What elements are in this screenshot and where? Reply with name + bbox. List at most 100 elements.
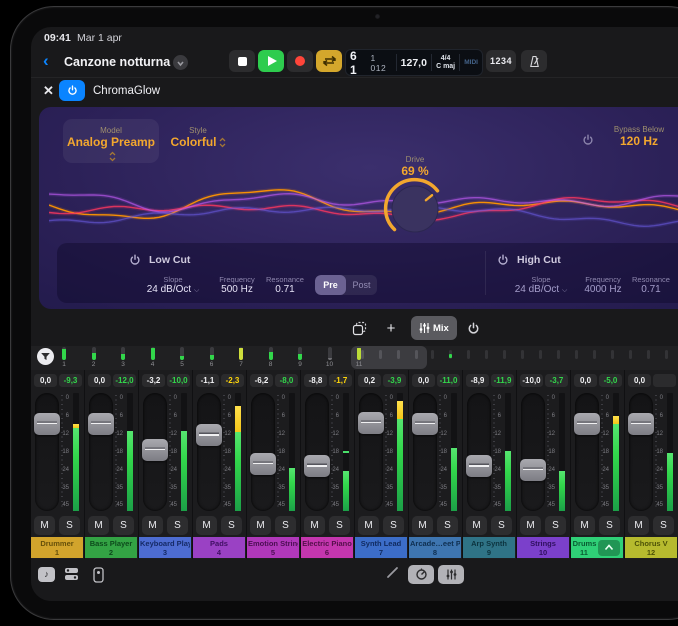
project-menu-button[interactable] [173,55,188,70]
volume-readout[interactable]: 0,2 [358,374,381,387]
solo-button[interactable]: S [275,516,296,535]
model-value[interactable]: Analog Preamp [63,135,159,163]
loop-browser-button[interactable]: ♪ [38,567,55,582]
volume-readout[interactable]: 0,0 [412,374,435,387]
back-chevron-icon[interactable]: ‹ [43,51,49,71]
project-title[interactable]: Canzone notturna [64,55,170,69]
mute-button[interactable]: M [304,516,325,535]
solo-button[interactable]: S [113,516,134,535]
solo-button[interactable]: S [221,516,242,535]
fader-handle[interactable] [628,413,654,435]
mixer-power-button[interactable] [459,316,487,340]
peak-readout[interactable]: -1,7 [329,374,352,387]
lowcut-pre-post-toggle[interactable]: Pre Post [315,275,377,295]
volume-readout[interactable]: 0,0 [574,374,597,387]
peak-readout[interactable]: -11,9 [491,374,514,387]
controls-view-button[interactable] [408,565,434,584]
pre-option[interactable]: Pre [315,275,346,295]
plugin-tiles-button[interactable] [64,567,79,586]
peak-readout[interactable]: -12,0 [113,374,136,387]
mix-toggle-button[interactable]: Mix [411,316,457,340]
mute-button[interactable]: M [466,516,487,535]
channel-strip-button[interactable] [93,567,104,588]
peak-readout[interactable]: -11,0 [437,374,460,387]
solo-button[interactable]: S [653,516,674,535]
fader-handle[interactable] [250,453,276,475]
fader-handle[interactable] [574,413,600,435]
volume-readout[interactable]: 0,0 [34,374,57,387]
mute-button[interactable]: M [142,516,163,535]
mute-button[interactable]: M [628,516,649,535]
model-selector[interactable]: Model Analog Preamp [63,119,159,163]
track-name-bar[interactable]: Emotion Strings5 [247,537,299,558]
volume-readout[interactable]: -3,2 [142,374,165,387]
volume-readout[interactable]: -6,2 [250,374,273,387]
add-track-button[interactable]: + [379,316,403,340]
track-name-bar[interactable]: Bass Player2 [85,537,137,558]
lowcut-slope[interactable]: Slope 24 dB/Oct ⌵ [137,275,209,295]
cycle-button[interactable] [316,50,342,72]
fader-handle[interactable] [88,413,114,435]
collapse-chevron-button[interactable] [598,540,620,556]
fader-handle[interactable] [466,455,492,477]
peak-readout[interactable]: -8,0 [275,374,298,387]
fader-handle[interactable] [196,424,222,446]
track-name-bar[interactable]: Arp Synth9 [463,537,515,558]
record-button[interactable] [287,50,313,72]
close-icon[interactable]: ✕ [43,83,54,99]
solo-button[interactable]: S [545,516,566,535]
volume-readout[interactable]: 0,0 [88,374,111,387]
metronome-button[interactable] [521,50,547,72]
highcut-slope[interactable]: Slope 24 dB/Oct ⌵ [505,275,577,295]
drive-knob[interactable] [381,175,449,243]
mute-button[interactable]: M [574,516,595,535]
peak-readout[interactable]: -5,0 [599,374,622,387]
volume-readout[interactable]: 0,0 [628,374,651,387]
fader-handle[interactable] [304,455,330,477]
plugin-power-button[interactable] [59,80,85,101]
peak-readout[interactable]: -3,9 [383,374,406,387]
solo-button[interactable]: S [491,516,512,535]
highcut-resonance[interactable]: Resonance 0.71 [619,275,678,295]
peak-readout[interactable]: -2,3 [221,374,244,387]
fader-handle[interactable] [520,459,546,481]
track-name-bar[interactable]: Drums11 [571,537,623,558]
volume-readout[interactable]: -8,9 [466,374,489,387]
highcut-power-button[interactable] [497,253,509,271]
fader-handle[interactable] [142,439,168,461]
lcd-display[interactable]: 6 1 1 012 127,0 4/4 C maj MIDI [345,49,483,76]
volume-readout[interactable]: -8,8 [304,374,327,387]
track-name-bar[interactable]: Chorus V12 [625,537,677,558]
post-option[interactable]: Post [346,275,377,295]
mute-button[interactable]: M [520,516,541,535]
fader-handle[interactable] [358,412,384,434]
play-button[interactable] [258,50,284,72]
track-name-bar[interactable]: Strings10 [517,537,569,558]
track-name-bar[interactable]: Pads4 [193,537,245,558]
fader-handle[interactable] [34,413,60,435]
fader-handle[interactable] [412,413,438,435]
style-selector[interactable]: Style Colorful [153,119,243,149]
peak-readout[interactable]: -9,3 [59,374,82,387]
track-name-bar[interactable]: Synth Lead7 [355,537,407,558]
peak-readout[interactable]: -3,7 [545,374,568,387]
peak-readout[interactable]: -10,0 [167,374,190,387]
volume-readout[interactable]: -1,1 [196,374,219,387]
solo-button[interactable]: S [167,516,188,535]
solo-button[interactable]: S [329,516,350,535]
pencil-tool-button[interactable] [385,565,400,585]
mute-button[interactable]: M [412,516,433,535]
mixer-view-button[interactable] [438,565,464,584]
mute-button[interactable]: M [34,516,55,535]
volume-readout[interactable]: -10,0 [520,374,543,387]
mute-button[interactable]: M [196,516,217,535]
track-name-bar[interactable]: Electric Piano6 [301,537,353,558]
bypass-power-button[interactable] [582,133,594,151]
track-name-bar[interactable]: Drummer1 [31,537,83,558]
count-in-button[interactable]: 1234 [486,50,516,72]
solo-button[interactable]: S [59,516,80,535]
stop-button[interactable] [229,50,255,72]
peak-readout[interactable] [653,374,676,387]
track-name-bar[interactable]: Arcade…eet Pad8 [409,537,461,558]
solo-button[interactable]: S [599,516,620,535]
